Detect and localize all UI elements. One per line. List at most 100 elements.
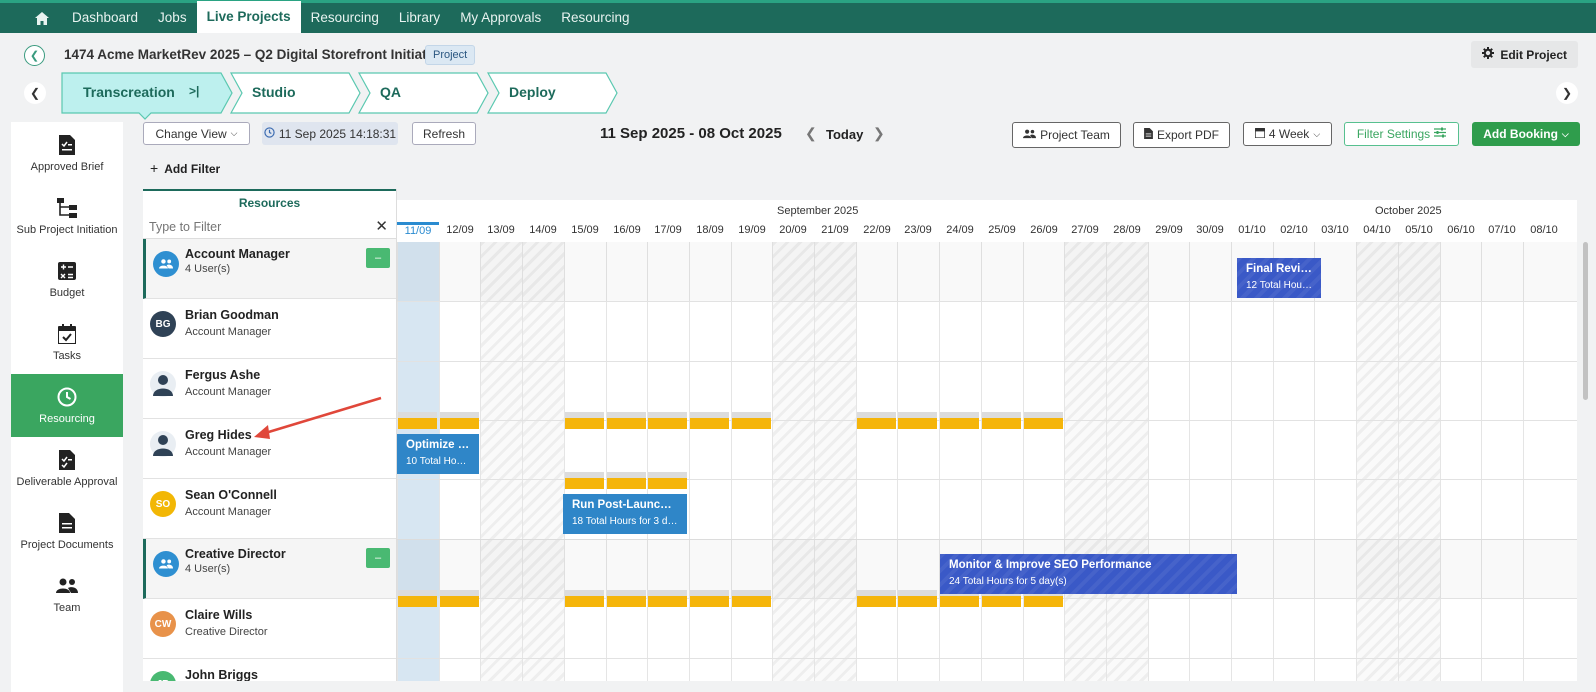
chevron-left-icon[interactable]: ❮ <box>24 82 46 104</box>
clear-filter-icon[interactable]: ✕ <box>375 217 388 235</box>
sidebar-item-sub-project-initiation[interactable]: Sub Project Initiation <box>11 185 123 248</box>
resource-name: Fergus Ashe <box>185 368 261 382</box>
add-booking-button[interactable]: Add Booking ⌵ <box>1472 122 1580 146</box>
nav-dashboard[interactable]: Dashboard <box>62 3 148 33</box>
day-label: 21/09 <box>814 222 856 242</box>
today-button[interactable]: Today <box>826 127 863 142</box>
day-column[interactable] <box>981 242 1023 681</box>
day-label: 27/09 <box>1064 222 1106 242</box>
sidebar-item-tasks[interactable]: Tasks <box>11 311 123 374</box>
nav-live-projects[interactable]: Live Projects <box>196 1 301 33</box>
booking-bar[interactable]: Final Revie... 12 Total Hours ... <box>1237 258 1321 298</box>
sidebar-item-approved-brief[interactable]: Approved Brief <box>11 122 123 185</box>
stage-qa[interactable]: QA <box>358 72 489 114</box>
resource-row[interactable]: CW Claire Wills Creative Director <box>143 599 396 659</box>
group-icon <box>153 551 179 577</box>
sidebar-item-resourcing[interactable]: Resourcing <box>11 374 123 437</box>
resource-row[interactable]: JB John Briggs <box>143 659 396 681</box>
resource-sub: 4 User(s) <box>185 263 231 275</box>
day-column[interactable] <box>1356 242 1398 681</box>
day-column[interactable] <box>1106 242 1148 681</box>
resource-filter-input[interactable] <box>149 218 369 236</box>
refresh-button[interactable]: Refresh <box>412 122 476 145</box>
previous-period-icon[interactable]: ❮ <box>805 125 817 142</box>
resource-sub: 4 User(s) <box>185 563 231 575</box>
day-column[interactable] <box>606 242 648 681</box>
resource-sub: Account Manager <box>185 506 272 518</box>
day-label: 03/10 <box>1314 222 1356 242</box>
day-column[interactable] <box>1314 242 1356 681</box>
week-select[interactable]: 4 Week ⌵ <box>1243 122 1332 146</box>
project-team-button[interactable]: Project Team <box>1012 122 1121 148</box>
booking-bar[interactable]: Optimize U... 10 Total Hours... <box>397 434 479 474</box>
gear-icon <box>1482 47 1495 62</box>
collapse-icon[interactable]: >| <box>189 84 199 98</box>
export-pdf-button[interactable]: Export PDF <box>1133 122 1230 148</box>
nav-resourcing-2[interactable]: Resourcing <box>551 3 639 33</box>
availability-bar <box>690 590 729 607</box>
day-column[interactable] <box>772 242 814 681</box>
booking-bar[interactable]: Monitor & Improve SEO Performance 24 Tot… <box>940 554 1237 594</box>
day-column[interactable] <box>1148 242 1190 681</box>
resource-group-account-manager[interactable]: Account Manager 4 User(s) – <box>143 239 396 299</box>
day-column[interactable] <box>522 242 564 681</box>
day-column[interactable] <box>647 242 689 681</box>
day-column[interactable] <box>1398 242 1440 681</box>
add-filter-button[interactable]: + Add Filter <box>150 160 220 176</box>
day-column[interactable] <box>1231 242 1273 681</box>
availability-bar <box>398 412 437 429</box>
day-column[interactable] <box>689 242 731 681</box>
sidebar-item-team[interactable]: Team <box>11 563 123 626</box>
chevron-down-icon: ⌵ <box>1561 128 1569 139</box>
day-column[interactable] <box>480 242 522 681</box>
sidebar-item-budget[interactable]: Budget <box>11 248 123 311</box>
day-column[interactable] <box>1481 242 1523 681</box>
sidebar-item-project-documents[interactable]: Project Documents <box>11 500 123 563</box>
filter-settings-label: Filter Settings <box>1356 127 1431 141</box>
nav-library[interactable]: Library <box>389 3 450 33</box>
day-column[interactable] <box>939 242 981 681</box>
resource-row[interactable]: SO Sean O'Connell Account Manager <box>143 479 396 539</box>
nav-my-approvals[interactable]: My Approvals <box>450 3 551 33</box>
booking-bar[interactable]: Run Post-Launch M... 18 Total Hours for … <box>563 494 687 534</box>
availability-bar <box>565 472 604 489</box>
chevron-right-icon[interactable]: ❯ <box>1556 82 1578 104</box>
day-column[interactable] <box>856 242 898 681</box>
resource-name: Claire Wills <box>185 608 253 622</box>
day-column[interactable] <box>731 242 773 681</box>
clock-icon <box>264 126 275 141</box>
day-column[interactable] <box>897 242 939 681</box>
availability-bar <box>565 590 604 607</box>
day-column[interactable] <box>1523 242 1565 681</box>
back-icon[interactable]: ❮ <box>24 45 45 66</box>
availability-bar <box>648 472 687 489</box>
stage-deploy[interactable]: Deploy <box>487 72 618 114</box>
day-column[interactable] <box>1273 242 1315 681</box>
resource-name: John Briggs <box>185 668 258 681</box>
stage-transcreation[interactable]: Transcreation >| <box>61 72 233 120</box>
sidebar-item-deliverable-approval[interactable]: Deliverable Approval <box>11 437 123 500</box>
sidebar-item-label: Approved Brief <box>30 161 104 173</box>
day-column[interactable] <box>1023 242 1065 681</box>
day-column[interactable] <box>1064 242 1106 681</box>
resource-row[interactable]: BG Brian Goodman Account Manager <box>143 299 396 359</box>
resource-name: Greg Hides <box>185 428 252 442</box>
filter-settings-button[interactable]: Filter Settings <box>1344 122 1459 146</box>
next-period-icon[interactable]: ❯ <box>873 125 885 142</box>
nav-jobs[interactable]: Jobs <box>148 3 197 33</box>
stage-studio[interactable]: Studio <box>230 72 361 114</box>
day-column[interactable] <box>1440 242 1482 681</box>
day-column[interactable] <box>564 242 606 681</box>
chevron-down-icon: ⌵ <box>1313 128 1321 139</box>
day-column[interactable] <box>1189 242 1231 681</box>
collapse-group-button[interactable]: – <box>366 548 390 568</box>
home-icon[interactable] <box>22 3 62 33</box>
resource-group-creative-director[interactable]: Creative Director 4 User(s) – <box>143 539 396 599</box>
vertical-scrollbar[interactable] <box>1583 242 1588 400</box>
edit-project-button[interactable]: Edit Project <box>1471 41 1578 68</box>
day-label: 20/09 <box>772 222 814 242</box>
day-column[interactable] <box>814 242 856 681</box>
nav-resourcing[interactable]: Resourcing <box>301 3 389 33</box>
collapse-group-button[interactable]: – <box>366 248 390 268</box>
change-view-button[interactable]: Change View ⌵ <box>143 122 250 145</box>
